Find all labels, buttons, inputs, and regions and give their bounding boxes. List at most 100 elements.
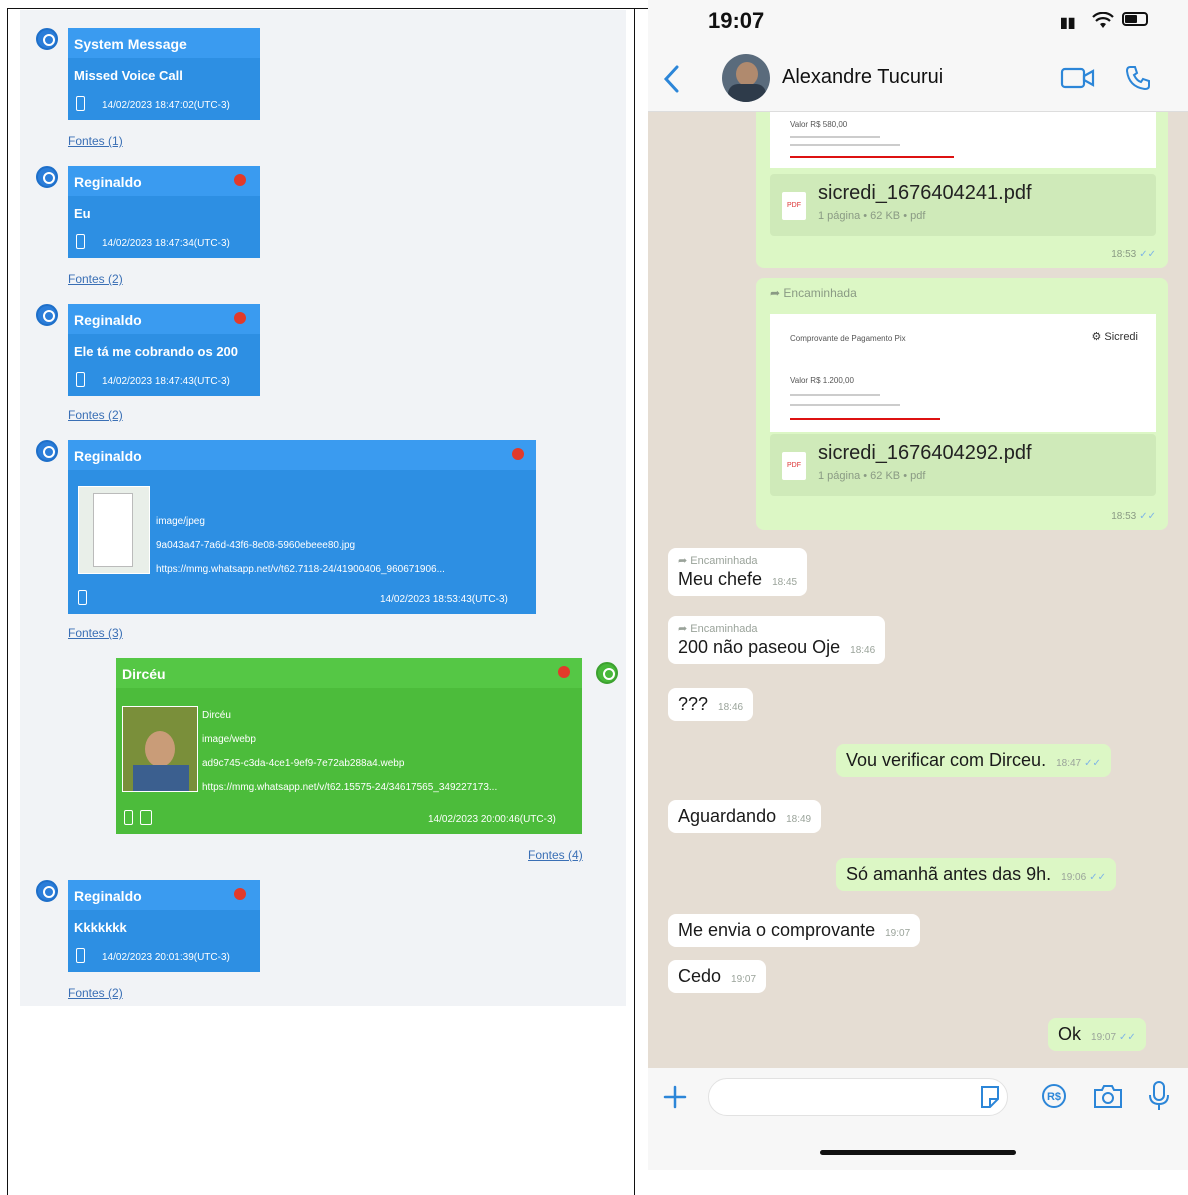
screenshot-thumbnail-content: [93, 493, 133, 567]
message-timestamp: 14/02/2023 18:47:02(UTC-3): [102, 100, 230, 111]
attachment-mime: image/webp: [202, 734, 256, 745]
attachment-caption: Dircéu: [202, 710, 231, 721]
camera-icon[interactable]: [1092, 1082, 1124, 1110]
pdf-file-row[interactable]: PDF sicredi_1676404292.pdf 1 página • 62…: [770, 434, 1156, 496]
text-line: [790, 136, 880, 138]
read-receipt-icon: ✓✓: [1119, 1032, 1136, 1043]
message-text: Meu chefe: [678, 569, 763, 589]
shirt-shape: [133, 765, 189, 791]
pdf-filename: sicredi_1676404292.pdf: [818, 442, 1032, 464]
mic-icon[interactable]: [1148, 1080, 1170, 1112]
incoming-message[interactable]: Cedo 19:07: [668, 960, 767, 993]
chat-message-image[interactable]: Reginaldo image/jpeg 9a043a47-7a6d-43f6-…: [68, 440, 536, 614]
incoming-message[interactable]: ➦ Encaminhada 200 não paseou Oje 18:46: [668, 616, 886, 664]
pdf-message[interactable]: Valor R$ 580,00 PDF sicredi_1676404241.p…: [756, 112, 1168, 268]
read-receipt-icon: ✓✓: [1084, 758, 1101, 769]
outgoing-message[interactable]: Vou verificar com Dirceu. 18:47 ✓✓: [836, 744, 1111, 777]
avatar: [36, 28, 58, 50]
message-time: 18:53 ✓✓: [1111, 511, 1156, 522]
currency-icon[interactable]: R$: [1040, 1082, 1068, 1110]
message-sender: Reginaldo: [68, 166, 260, 196]
incoming-message[interactable]: Me envia o comprovante 19:07: [668, 914, 921, 947]
frame-divider: [634, 8, 635, 1195]
frame-left-border: [7, 8, 8, 1195]
chat-message[interactable]: System Message Missed Voice Call 14/02/2…: [68, 28, 260, 120]
back-icon[interactable]: [662, 64, 680, 94]
receipt-title: Comprovante de Pagamento Pix: [790, 334, 906, 343]
forwarded-label: ➦ Encaminhada: [678, 623, 758, 635]
sticker-icon[interactable]: [978, 1084, 1002, 1110]
message-input[interactable]: [708, 1078, 1008, 1116]
screenshot-frame: System Message Missed Voice Call 14/02/2…: [0, 0, 1188, 1195]
fontes-link[interactable]: Fontes (2): [68, 986, 123, 1000]
message-text: Me envia o comprovante: [678, 920, 876, 940]
message-text: Eu: [74, 206, 91, 221]
attachment-url[interactable]: https://mmg.whatsapp.net/v/t62.7118-24/4…: [156, 564, 526, 575]
whatsapp-chat-screen: 19:07 ▮▮ Alexandre Tucurui Valor R$ 580,…: [648, 0, 1188, 1170]
message-composer: R$: [648, 1068, 1188, 1170]
message-text: 200 não paseou Oje: [678, 637, 841, 657]
contact-name[interactable]: Alexandre Tucurui: [782, 66, 943, 89]
pdf-file-row[interactable]: PDF sicredi_1676404241.pdf 1 página • 62…: [770, 174, 1156, 236]
red-underline: [790, 156, 954, 158]
device-icon: [76, 372, 85, 387]
text-line: [790, 144, 900, 146]
message-text: Missed Voice Call: [74, 68, 183, 83]
avatar: [36, 166, 58, 188]
video-call-icon[interactable]: [1060, 66, 1096, 90]
battery-icon: [1122, 12, 1148, 26]
red-underline: [790, 418, 940, 420]
outgoing-message[interactable]: Ok 19:07 ✓✓: [1048, 1018, 1146, 1051]
message-time: 18:46: [718, 702, 744, 713]
pdf-message[interactable]: ➦ Encaminhada Comprovante de Pagamento P…: [756, 278, 1168, 530]
status-dot: [234, 888, 246, 900]
device-icon: [76, 234, 85, 249]
incoming-message[interactable]: Aguardando 18:49: [668, 800, 822, 833]
profile-photo-thumbnail[interactable]: [122, 706, 198, 792]
fontes-link[interactable]: Fontes (2): [68, 272, 123, 286]
text-line: [790, 404, 900, 406]
outgoing-message[interactable]: Só amanhã antes das 9h. 19:06 ✓✓: [836, 858, 1116, 891]
incoming-message[interactable]: ??? 18:46: [668, 688, 754, 721]
status-time: 19:07: [708, 8, 765, 33]
avatar: [36, 880, 58, 902]
attachment-mime: image/jpeg: [156, 516, 205, 527]
contact-avatar[interactable]: [722, 54, 770, 102]
avatar: [596, 662, 618, 684]
fontes-link[interactable]: Fontes (2): [68, 408, 123, 422]
forwarded-label: ➦ Encaminhada: [678, 555, 758, 567]
pdf-preview[interactable]: Comprovante de Pagamento Pix ⚙ Sicredi V…: [770, 314, 1156, 432]
message-time: 19:07: [885, 928, 911, 939]
message-time: 19:06: [1061, 872, 1087, 883]
message-sender: Dircéu: [116, 658, 582, 688]
message-text: Ele tá me cobrando os 200: [74, 344, 239, 359]
pdf-icon: PDF: [782, 192, 806, 220]
fontes-link[interactable]: Fontes (4): [528, 848, 583, 862]
status-dot: [234, 174, 246, 186]
message-time: 18:47: [1056, 758, 1082, 769]
image-thumbnail[interactable]: [78, 486, 150, 574]
device-icon: [124, 810, 133, 825]
message-time: 18:49: [786, 814, 812, 825]
status-dot: [234, 312, 246, 324]
status-dot: [512, 448, 524, 460]
chat-message-image-outgoing[interactable]: Dircéu Dircéu image/webp ad9c745-c3da-4c…: [116, 658, 582, 834]
chat-message[interactable]: Reginaldo Ele tá me cobrando os 200 14/0…: [68, 304, 260, 396]
svg-text:R$: R$: [1047, 1091, 1061, 1103]
message-time: 19:07: [1091, 1032, 1117, 1043]
message-text: Kkkkkkk: [74, 920, 127, 935]
chat-message[interactable]: Reginaldo Eu 14/02/2023 18:47:34(UTC-3): [68, 166, 260, 258]
pdf-preview[interactable]: Valor R$ 580,00: [770, 112, 1156, 168]
incoming-message[interactable]: ➦ Encaminhada Meu chefe 18:45: [668, 548, 808, 596]
signal-icon: ▮▮: [1060, 14, 1076, 30]
message-time: 18:46: [850, 645, 876, 656]
text-line: [790, 394, 880, 396]
attachment-url[interactable]: https://mmg.whatsapp.net/v/t62.15575-24/…: [202, 782, 574, 793]
fontes-link[interactable]: Fontes (1): [68, 134, 123, 148]
device-icon: [76, 948, 85, 963]
fontes-link[interactable]: Fontes (3): [68, 626, 123, 640]
chat-message[interactable]: Reginaldo Kkkkkkk 14/02/2023 20:01:39(UT…: [68, 880, 260, 972]
plus-icon[interactable]: [662, 1084, 688, 1110]
message-timestamp: 14/02/2023 20:00:46(UTC-3): [428, 814, 556, 825]
phone-icon[interactable]: [1124, 64, 1152, 92]
